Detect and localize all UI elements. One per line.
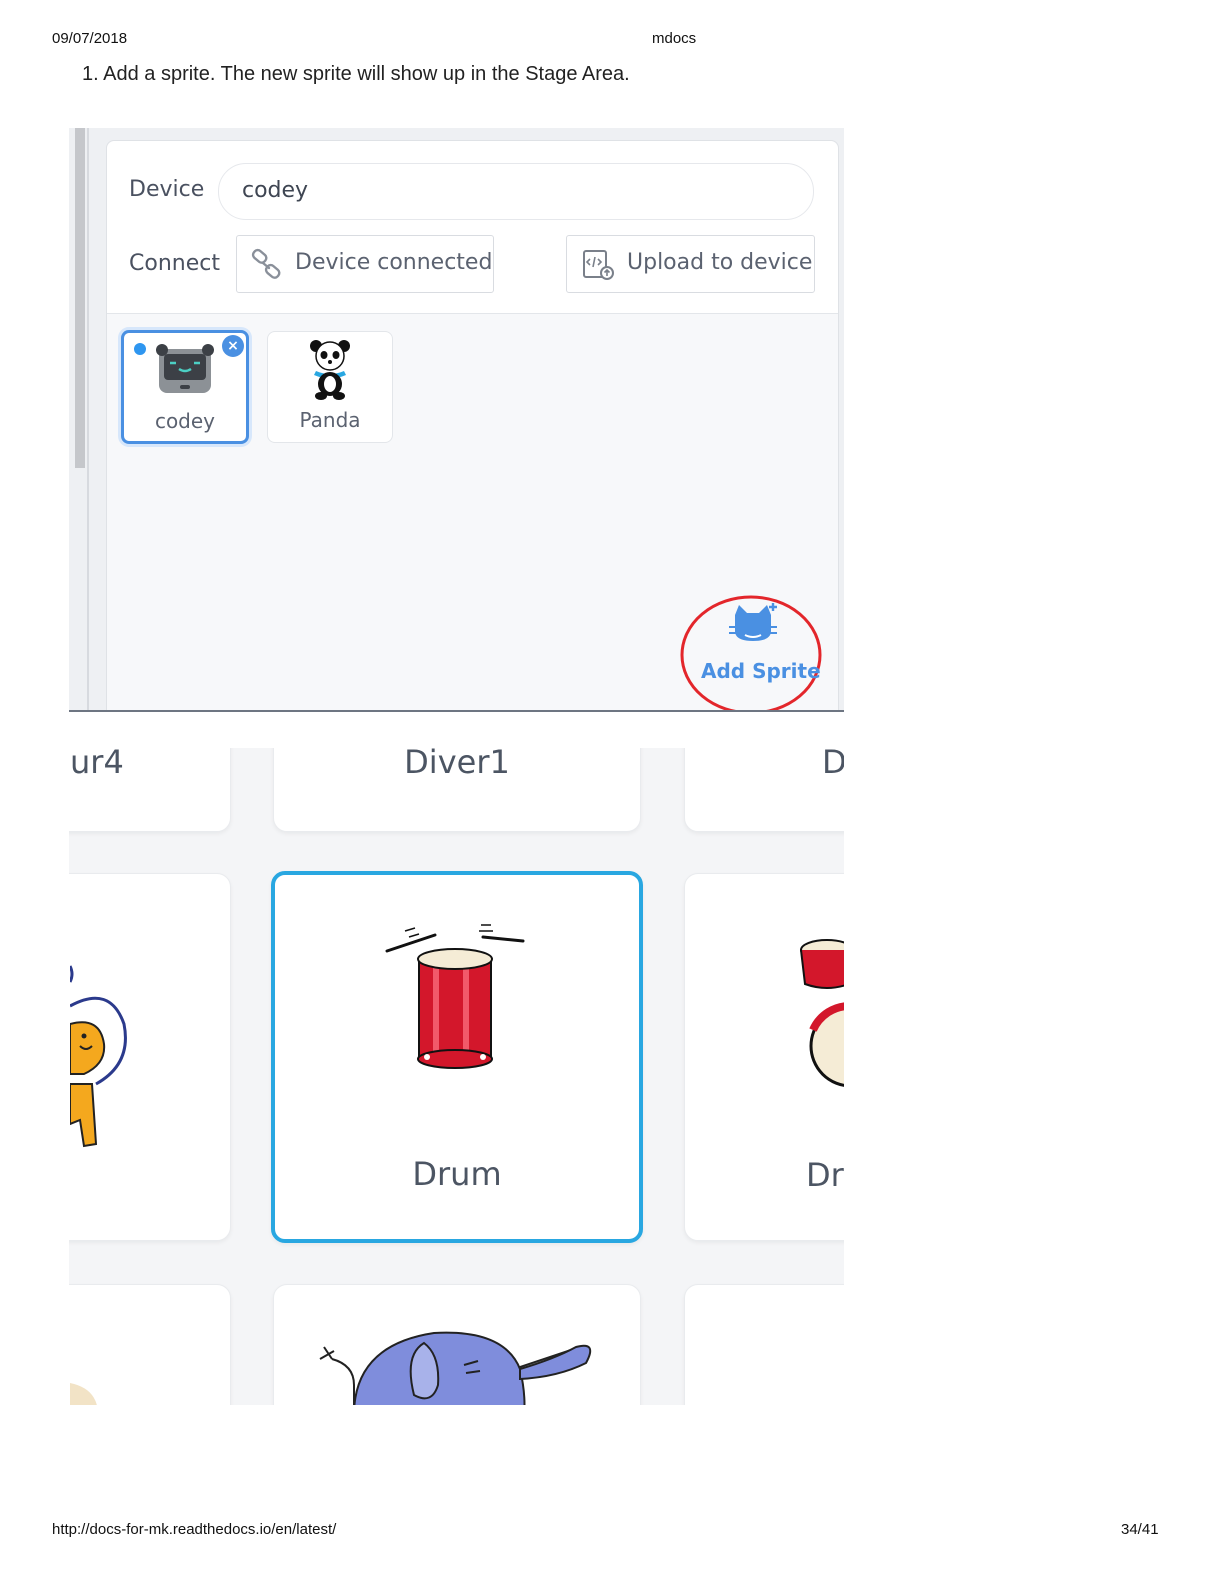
drum-kit-icon [800,939,844,1087]
space-dog-icon [70,965,127,1148]
library-card-label: D [822,748,844,781]
partial-sprite-icon [70,1383,97,1405]
upload-code-icon [583,250,614,280]
sprite-tile-panda[interactable]: Panda [267,331,393,443]
device-connected-button[interactable]: Device connected [236,235,494,293]
upload-to-device-label: Upload to device [627,250,813,275]
scrollbar[interactable] [75,128,85,468]
connect-label: Connect [129,251,220,276]
link-icon [251,248,281,279]
screenshot-divider [69,710,844,712]
library-card[interactable]: ur4 [69,748,231,832]
active-indicator [134,343,146,355]
add-sprite-button[interactable]: Add Sprite [679,593,829,712]
add-sprite-label: Add Sprite [701,659,821,683]
upload-to-device-button[interactable]: Upload to device [566,235,815,293]
page-number: 34/41 [1121,1521,1159,1538]
sprite-library-screenshot: ur4 Diver1 D Drum Dr [69,748,844,1405]
elephant-icon [319,1331,592,1405]
library-card-drum[interactable]: Drum [271,871,643,1243]
library-card-label: Dr [806,1156,844,1194]
device-panel: Device codey Connect Device connected Up… [106,140,839,712]
device-connected-label: Device connected [295,250,493,275]
footer-url[interactable]: http://docs-for-mk.readthedocs.io/en/lat… [52,1521,336,1538]
library-card-label: Drum [412,1155,502,1193]
sprite-panel-screenshot: Device codey Connect Device connected Up… [69,128,844,712]
library-card-elephant[interactable] [273,1284,641,1405]
library-card-dog[interactable] [69,873,231,1241]
panda-icon [310,340,350,400]
cat-sprite-icon [729,603,777,641]
delete-sprite-icon[interactable]: × [222,335,244,357]
sprite-tile-codey[interactable]: × codey [121,330,249,444]
header-date: 09/07/2018 [52,30,128,47]
codey-robot-icon [156,344,214,393]
library-card-label: ur4 [70,748,124,781]
device-label: Device [129,177,205,202]
sprite-name: codey [154,409,216,433]
header-title: mdocs [652,30,697,47]
sprite-name: Panda [299,408,361,432]
device-selector[interactable]: codey [218,163,814,220]
drum-icon [385,924,525,1069]
device-value: codey [242,178,309,203]
library-card[interactable] [69,1284,231,1405]
library-card[interactable] [684,1284,844,1405]
panel-divider [87,128,89,712]
library-card-drum-kit[interactable]: Dr [684,873,844,1241]
device-panel-header: Device codey Connect Device connected Up… [107,141,838,314]
library-card-diver1[interactable]: Diver1 [273,748,641,832]
library-card-label: Diver1 [404,748,510,781]
step-instruction: 1. Add a sprite. The new sprite will sho… [82,63,630,85]
library-card[interactable]: D [684,748,844,832]
